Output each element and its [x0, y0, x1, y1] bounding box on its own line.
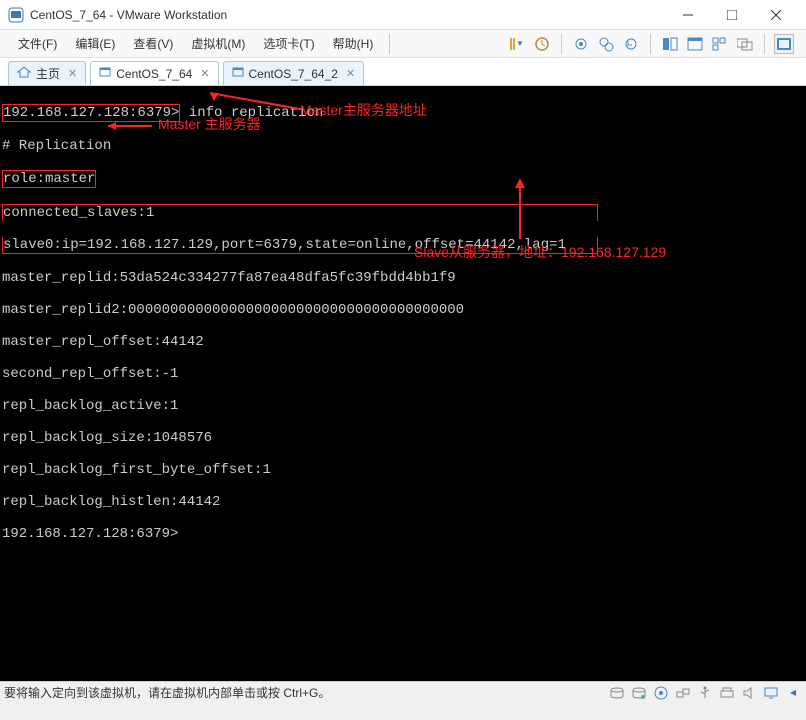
printer-icon[interactable]: [718, 685, 736, 701]
usb-icon[interactable]: [696, 685, 714, 701]
tab-centos2-label: CentOS_7_64_2: [249, 67, 338, 81]
prompt-highlight: 192.168.127.128:6379>: [2, 104, 180, 122]
pause-button[interactable]: ▼: [507, 34, 527, 54]
status-hint: 要将输入定向到该虚拟机，请在虚拟机内部单击或按 Ctrl+G。: [4, 684, 330, 701]
menu-help[interactable]: 帮助(H): [325, 32, 382, 55]
close-icon[interactable]: ✕: [68, 67, 77, 80]
status-bar: 要将输入定向到该虚拟机，请在虚拟机内部单击或按 Ctrl+G。 ◀: [0, 681, 806, 703]
snapshot-mgr-icon[interactable]: [596, 34, 616, 54]
cd-icon[interactable]: [652, 685, 670, 701]
menu-view[interactable]: 查看(V): [125, 32, 181, 55]
menu-tabs[interactable]: 选项卡(T): [255, 32, 322, 55]
thumbnail-icon[interactable]: [710, 34, 730, 54]
tab-centos1-label: CentOS_7_64: [116, 67, 192, 81]
revert-icon[interactable]: [621, 34, 641, 54]
output-line: master_replid2:0000000000000000000000000…: [2, 302, 804, 318]
output-line: repl_backlog_first_byte_offset:1: [2, 462, 804, 478]
annotation-master-role: Master 主服务器: [158, 116, 261, 132]
output-line: second_repl_offset:-1: [2, 366, 804, 382]
status-icons: ◀: [608, 685, 802, 701]
close-button[interactable]: [754, 1, 798, 29]
chevron-icon[interactable]: ◀: [784, 685, 802, 701]
tab-home[interactable]: 主页 ✕: [8, 61, 86, 85]
network-icon[interactable]: [674, 685, 692, 701]
menu-edit[interactable]: 编辑(E): [67, 32, 123, 55]
menu-vm[interactable]: 虚拟机(M): [183, 32, 253, 55]
prompt-line: 192.168.127.128:6379>: [2, 526, 804, 542]
tab-centos1[interactable]: CentOS_7_64 ✕: [90, 61, 218, 85]
disk-icon[interactable]: [608, 685, 626, 701]
terminal-console[interactable]: 192.168.127.128:6379> info replication #…: [0, 86, 806, 681]
separator: [561, 34, 562, 54]
role-highlight: role:master: [2, 170, 96, 188]
ctrl-alt-del-icon[interactable]: [532, 34, 552, 54]
menu-file[interactable]: 文件(F): [10, 32, 65, 55]
vm-icon: [232, 66, 244, 81]
vm-icon: [99, 66, 111, 81]
slaves-highlight-top: connected_slaves:1: [2, 204, 598, 221]
console-icon[interactable]: [685, 34, 705, 54]
close-icon[interactable]: ✕: [346, 67, 355, 80]
tab-centos2[interactable]: CentOS_7_64_2 ✕: [223, 61, 365, 85]
annotation-master-addr: Master主服务器地址: [300, 102, 427, 118]
fullscreen-icon[interactable]: [774, 34, 794, 54]
unity-icon[interactable]: [660, 34, 680, 54]
output-line: repl_backlog_histlen:44142: [2, 494, 804, 510]
disk2-icon[interactable]: [630, 685, 648, 701]
menu-bar: 文件(F) 编辑(E) 查看(V) 虚拟机(M) 选项卡(T) 帮助(H) ▼: [0, 30, 806, 58]
separator: [764, 34, 765, 54]
output-line: repl_backlog_active:1: [2, 398, 804, 414]
arrow-icon: [102, 121, 158, 131]
output-line: repl_backlog_size:1048576: [2, 430, 804, 446]
vmware-icon: [8, 7, 24, 23]
tab-home-label: 主页: [36, 65, 60, 82]
annotation-slave: Slave从服务器，地址：192.168.127.129: [414, 244, 666, 260]
home-icon: [17, 66, 31, 81]
arrow-icon: [510, 174, 530, 244]
arrow-icon: [205, 89, 305, 113]
close-icon[interactable]: ✕: [200, 67, 209, 80]
output-line: master_repl_offset:44142: [2, 334, 804, 350]
separator: [389, 34, 390, 54]
title-bar: CentOS_7_64 - VMware Workstation: [0, 0, 806, 30]
window-title: CentOS_7_64 - VMware Workstation: [30, 8, 227, 22]
tab-bar: 主页 ✕ CentOS_7_64 ✕ CentOS_7_64_2 ✕: [0, 58, 806, 86]
sound-icon[interactable]: [740, 685, 758, 701]
snapshot-icon[interactable]: [571, 34, 591, 54]
output-line: master_replid:53da524c334277fa87ea48dfa5…: [2, 270, 804, 286]
quick-switch-icon[interactable]: [735, 34, 755, 54]
output-line: # Replication: [2, 138, 804, 154]
maximize-button[interactable]: [710, 1, 754, 29]
separator: [650, 34, 651, 54]
display-icon[interactable]: [762, 685, 780, 701]
minimize-button[interactable]: [666, 1, 710, 29]
